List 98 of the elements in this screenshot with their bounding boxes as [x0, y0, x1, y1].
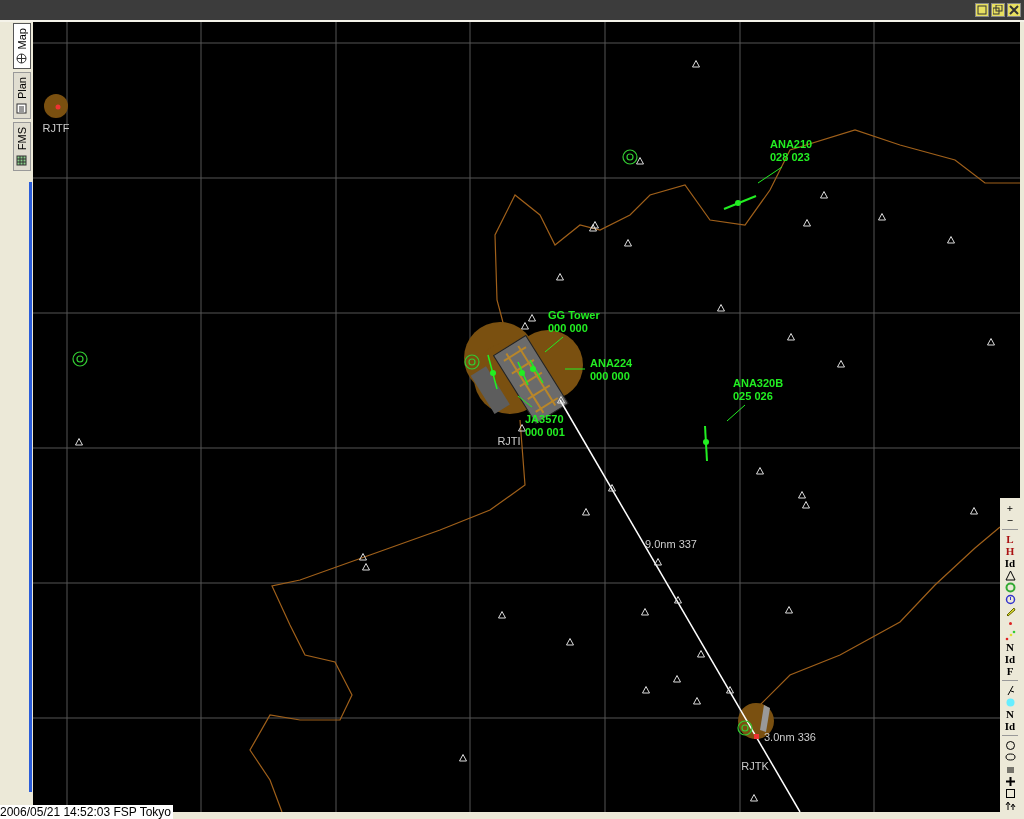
navaid-icon — [464, 354, 480, 370]
route-leg-label: 9.0nm 337 — [645, 538, 697, 550]
aircraft-icon — [487, 354, 498, 390]
ring-icon — [1004, 581, 1016, 593]
waypoint-icon — [674, 596, 682, 604]
waypoint-icon — [641, 608, 649, 616]
status-text: 2006/05/21 14:52:03 FSP Tokyo — [0, 805, 174, 819]
waypoint-icon — [820, 191, 828, 199]
waypoint-icon — [566, 638, 574, 646]
route-leg-label: 3.0nm 336 — [764, 731, 816, 743]
waypoint-icon — [636, 157, 644, 165]
waypoint-icon — [837, 360, 845, 368]
aircraft-reading: 000 001 — [525, 426, 565, 438]
waypoint-icon — [756, 467, 764, 475]
aircraft-callsign: GG Tower — [548, 309, 600, 321]
aircraft-icon — [529, 359, 544, 384]
navaid-icon — [737, 720, 753, 736]
toolbar-button[interactable]: F — [1002, 665, 1018, 677]
side-tab[interactable]: FMS — [12, 122, 31, 171]
waypoint-icon — [947, 236, 955, 244]
toolbar-button[interactable]: Id — [1002, 653, 1018, 665]
waypoint-icon — [518, 424, 526, 432]
blob-icon — [1004, 696, 1016, 708]
aircraft-callsign: JA3570 — [525, 413, 564, 425]
toolbar-button[interactable]: + — [1002, 502, 1018, 514]
triangle-icon — [1004, 569, 1016, 581]
waypoint-icon — [556, 273, 564, 281]
aircraft-callsign: ANA224 — [590, 357, 633, 369]
airport-icon — [55, 104, 61, 110]
airport-label: RJTF — [42, 122, 70, 134]
minimize-button[interactable] — [975, 3, 989, 17]
pencil-icon — [1004, 605, 1016, 617]
waypoint-icon — [498, 611, 506, 619]
leader-line — [564, 368, 586, 370]
waypoint-icon — [459, 754, 467, 762]
cross-icon — [1004, 775, 1016, 787]
aircraft-icon — [723, 195, 757, 210]
aircraft-reading: 000 000 — [590, 370, 630, 382]
dots-icon — [1004, 629, 1016, 641]
globe-icon — [16, 53, 27, 65]
navaid-icon — [72, 351, 88, 367]
airport-label: RJTI — [497, 435, 521, 447]
aircraft-callsign: ANA320B — [733, 377, 784, 389]
waypoint-icon — [787, 333, 795, 341]
toolbar-button[interactable]: Id — [1002, 557, 1018, 569]
waypoint-icon — [726, 686, 734, 694]
waypoint-icon — [987, 338, 995, 346]
waypoint-icon — [697, 650, 705, 658]
close-button[interactable] — [1007, 3, 1021, 17]
restore-button[interactable] — [991, 3, 1005, 17]
leader-line — [544, 336, 564, 353]
side-tab[interactable]: Map — [12, 23, 31, 70]
toolbar-button[interactable]: Id — [1002, 720, 1018, 732]
bubble-tool-button[interactable] — [1002, 751, 1018, 763]
waypoint-icon — [654, 558, 662, 566]
aircraft-reading: 000 000 — [548, 322, 588, 334]
waypoint-icon — [692, 60, 700, 68]
toolbar-button[interactable]: N — [1002, 708, 1018, 720]
waypoint-icon — [803, 219, 811, 227]
waypoint-icon — [557, 396, 565, 404]
side-tab[interactable]: Plan — [12, 72, 31, 120]
navaid-icon — [622, 149, 638, 165]
aircraft-reading: 025 026 — [733, 390, 773, 402]
sheet-icon — [16, 103, 27, 115]
route-point-icon — [754, 734, 759, 739]
waypoint-icon — [785, 606, 793, 614]
triangle-tool-button[interactable] — [1002, 569, 1018, 581]
aircraft-callsign: ANA210 — [770, 138, 813, 150]
waypoint-icon — [693, 697, 701, 705]
leader-line — [726, 404, 746, 422]
airport-area — [44, 94, 68, 118]
aircraft-icon — [703, 425, 709, 462]
waypoint-icon — [673, 675, 681, 683]
waypoint-icon — [624, 239, 632, 247]
runway-icon — [760, 705, 770, 732]
airport-label: RJTK — [741, 760, 769, 772]
aircraft-icon — [517, 361, 529, 386]
waypoint-icon — [582, 508, 590, 516]
toolbar-button[interactable]: N — [1002, 641, 1018, 653]
clock-icon — [1004, 593, 1016, 605]
waypoint-icon — [642, 686, 650, 694]
leader-line — [517, 395, 533, 408]
waypoint-icon — [717, 304, 725, 312]
bubble-icon — [1004, 751, 1016, 763]
waypoint-icon — [608, 484, 616, 492]
toolbar-button[interactable]: H — [1002, 545, 1018, 557]
square-icon — [1004, 787, 1016, 799]
arrows-icon — [1004, 799, 1016, 811]
waypoint-icon — [970, 507, 978, 515]
toolbar-button[interactable]: − — [1002, 514, 1018, 526]
circle-icon — [1004, 739, 1016, 751]
leader-line — [757, 166, 783, 184]
grid-icon — [16, 154, 27, 166]
scroll-bar[interactable] — [29, 182, 32, 792]
waypoint-icon — [75, 438, 83, 446]
toolbar-button[interactable]: L — [1002, 533, 1018, 545]
waypoint-icon — [750, 794, 758, 802]
waypoint-icon — [878, 213, 886, 221]
